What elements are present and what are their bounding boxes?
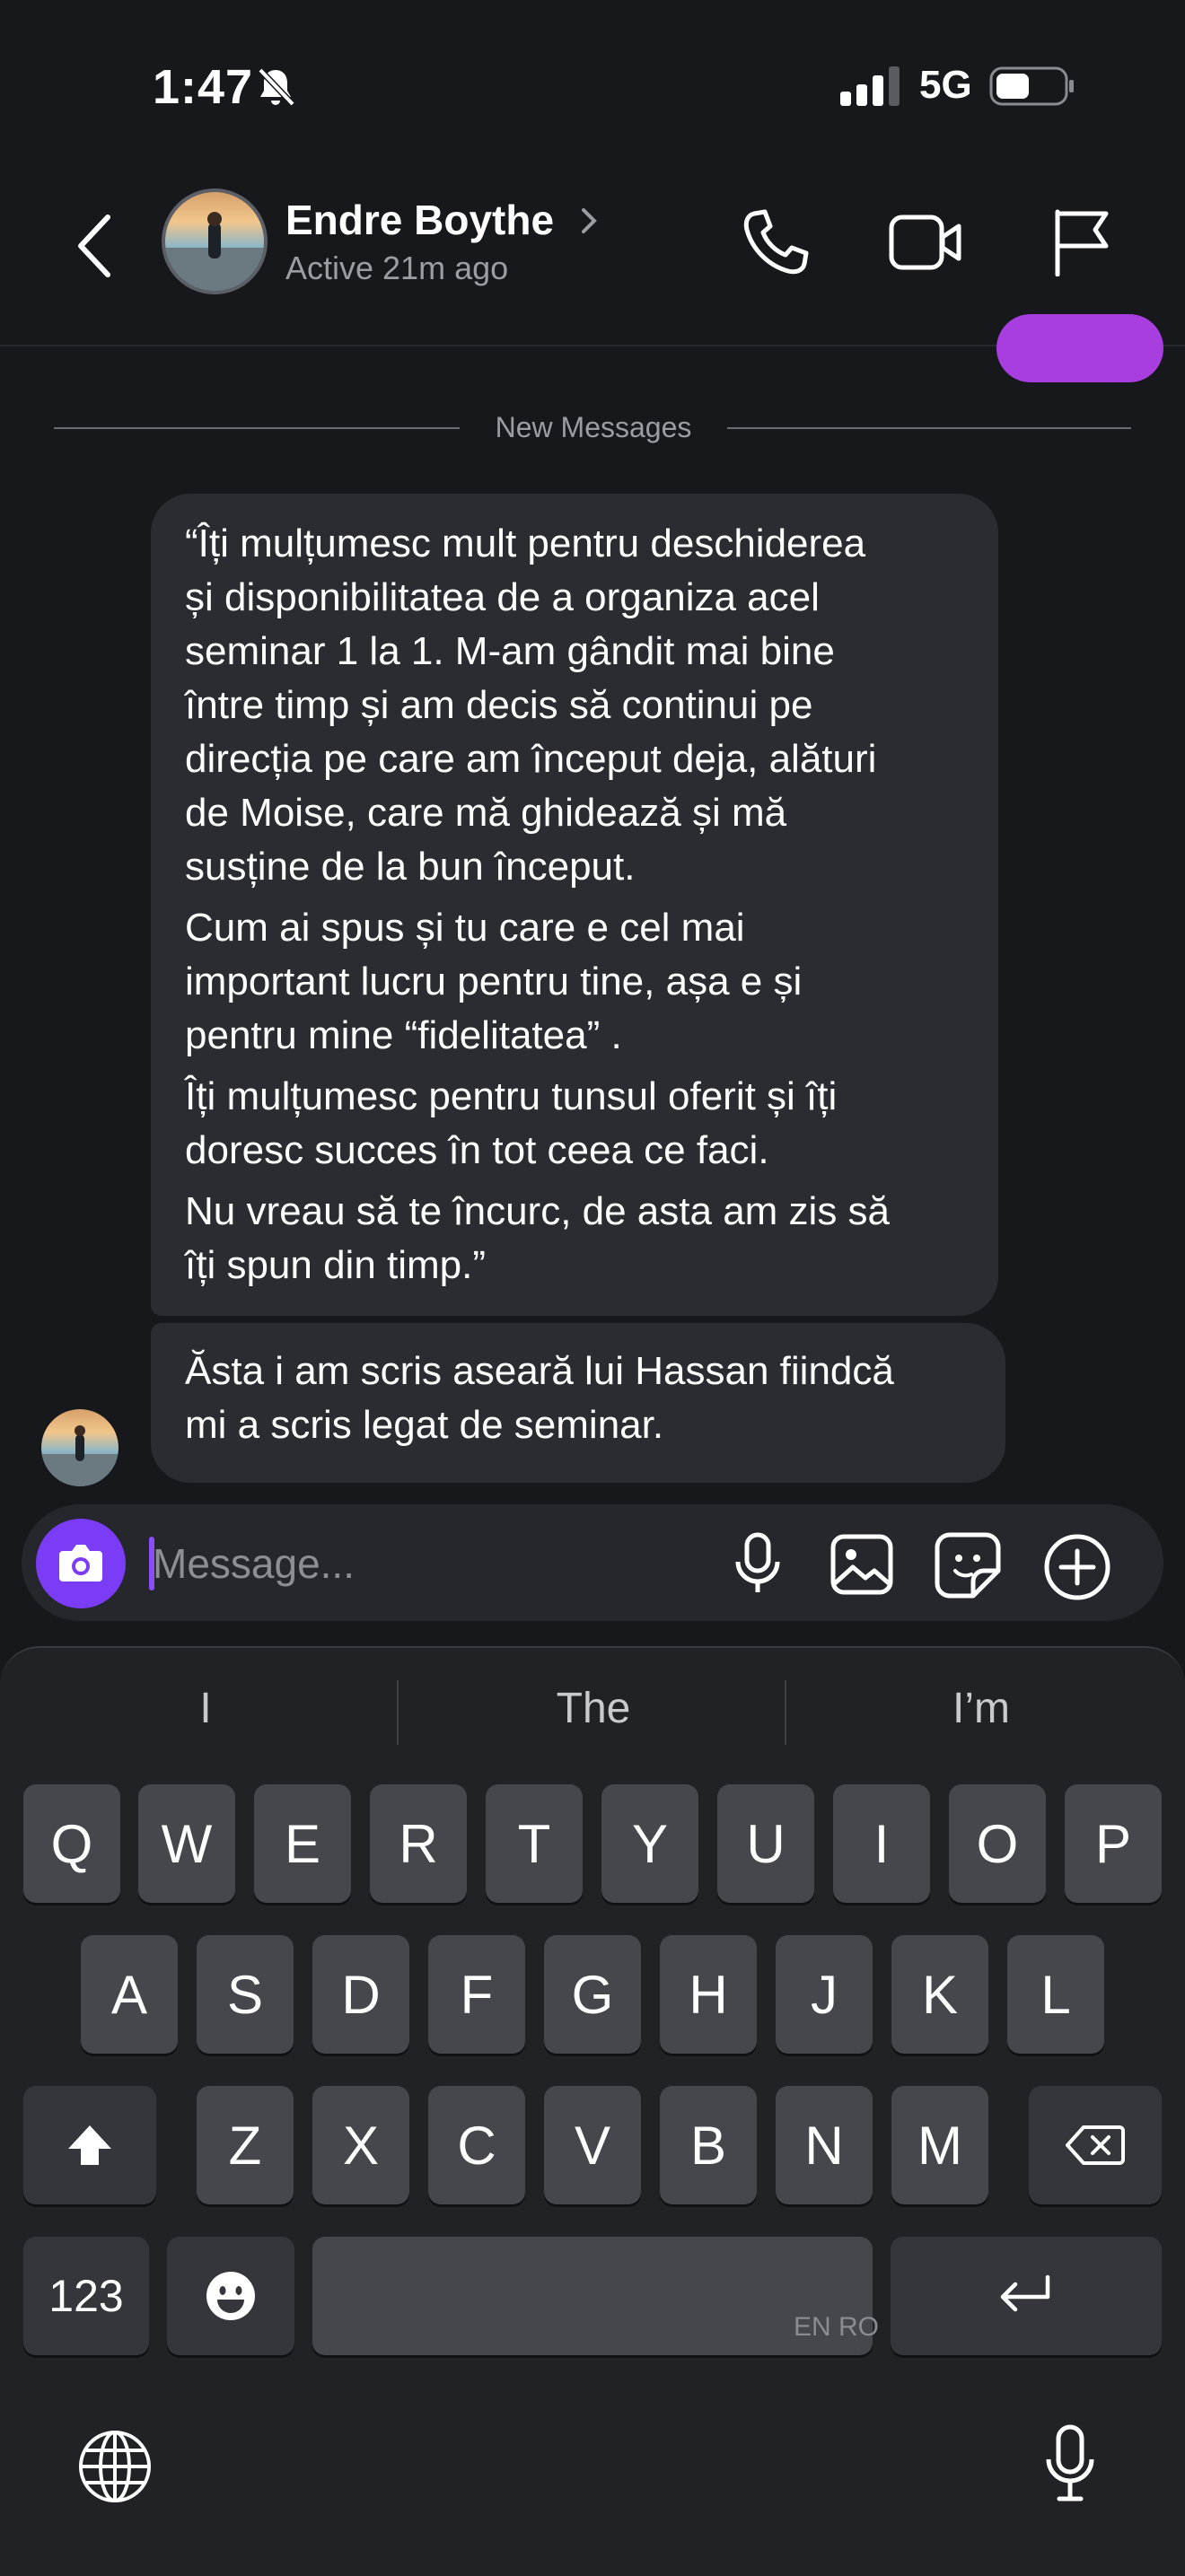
key-x[interactable]: X [312,2086,409,2204]
key-v[interactable]: V [544,2086,641,2204]
received-message-bubble[interactable]: “Îți mulțumesc mult pentru deschiderea ș… [151,494,998,1316]
plus-icon[interactable] [1041,1531,1113,1603]
network-type: 5G [919,63,972,107]
status-time: 1:47 [153,60,254,114]
contact-status: Active 21m ago [285,250,509,286]
key-b[interactable]: B [660,2086,757,2204]
sent-message-bubble[interactable] [996,314,1163,382]
return-key[interactable] [891,2237,1162,2355]
key-s[interactable]: S [197,1935,294,2054]
video-icon[interactable] [889,212,962,273]
key-p[interactable]: P [1065,1784,1162,1903]
key-l[interactable]: L [1007,1935,1104,2054]
suggestion-3[interactable]: I’m [786,1684,1176,1733]
suggestion-1[interactable]: I [11,1684,400,1733]
backspace-key[interactable] [1029,2086,1162,2204]
key-y[interactable]: Y [601,1784,698,1903]
microphone-icon[interactable] [731,1531,785,1596]
dictation-icon[interactable] [1043,2423,1097,2502]
sticker-icon[interactable] [934,1531,1002,1599]
camera-button[interactable] [36,1519,126,1608]
key-r[interactable]: R [370,1784,467,1903]
key-e[interactable]: E [254,1784,351,1903]
shift-icon [68,2125,111,2165]
message-paragraph: “Îți mulțumesc mult pentru deschiderea ș… [185,521,877,889]
key-a[interactable]: A [81,1935,178,2054]
key-g[interactable]: G [544,1935,641,2054]
emoji-key[interactable] [167,2237,294,2355]
message-input[interactable] [153,1535,691,1592]
message-paragraph: Nu vreau să te încurc, de asta am zis să… [185,1189,891,1287]
new-messages-divider: New Messages [495,411,692,443]
globe-icon[interactable] [77,2429,153,2504]
return-icon [1000,2274,1050,2312]
key-h[interactable]: H [660,1935,757,2054]
received-message-bubble[interactable]: Ăsta i am scris aseară lui Hassan fiindc… [151,1323,1005,1483]
key-k[interactable]: K [891,1935,988,2054]
emoji-icon [206,2272,255,2320]
camera-icon [59,1545,102,1582]
message-paragraph: Cum ai spus și tu care e cel mai importa… [185,906,803,1057]
key-f[interactable]: F [428,1935,525,2054]
key-q[interactable]: Q [23,1784,120,1903]
gallery-icon[interactable] [830,1533,894,1596]
divider-line [54,427,460,429]
contact-avatar[interactable] [162,188,268,294]
numbers-key[interactable]: 123 [23,2237,149,2355]
flag-icon[interactable] [1052,208,1111,276]
key-j[interactable]: J [776,1935,873,2054]
key-t[interactable]: T [486,1784,583,1903]
backspace-icon [1066,2125,1125,2165]
key-m[interactable]: M [891,2086,988,2204]
key-o[interactable]: O [949,1784,1046,1903]
battery-icon [989,66,1074,106]
message-paragraph: Îți mulțumesc pentru tunsul oferit și îț… [185,1074,838,1172]
divider-line [727,427,1131,429]
key-i[interactable]: I [833,1784,930,1903]
space-key[interactable] [312,2237,873,2355]
phone-icon[interactable] [742,208,810,276]
chevron-right-icon[interactable] [578,205,600,237]
key-d[interactable]: D [312,1935,409,2054]
back-chevron-icon[interactable] [72,210,122,282]
bell-slash-icon [258,67,295,107]
key-w[interactable]: W [138,1784,235,1903]
sender-avatar[interactable] [41,1409,118,1486]
key-u[interactable]: U [717,1784,814,1903]
key-c[interactable]: C [428,2086,525,2204]
key-n[interactable]: N [776,2086,873,2204]
keyboard-languages: EN RO [794,2312,880,2342]
shift-key[interactable] [23,2086,156,2204]
contact-name[interactable]: Endre Boythe [285,196,554,244]
key-z[interactable]: Z [197,2086,294,2204]
signal-icon [840,66,900,106]
suggestion-2[interactable]: The [399,1684,788,1733]
